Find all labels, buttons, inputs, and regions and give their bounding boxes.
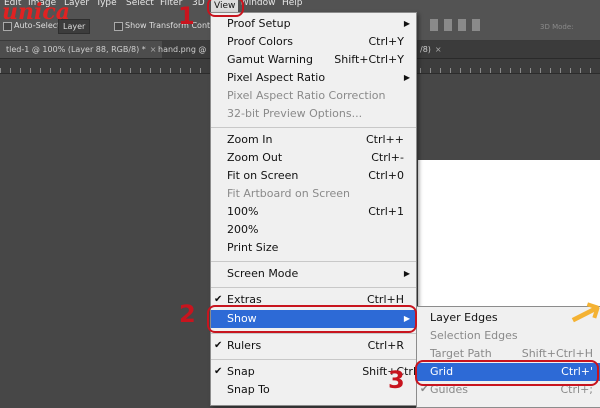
tab-other[interactable]: /8) × <box>414 41 448 58</box>
menu-separator <box>211 287 416 288</box>
align-left-icon[interactable] <box>430 19 438 31</box>
view-menu: Proof Setup ▶ Proof Colors Ctrl+Y Gamut Wa… <box>210 12 417 406</box>
menu-item-snap[interactable]: ✔ Snap Shift+Ctrl <box>211 363 416 381</box>
menu-item-100-percent[interactable]: 100% Ctrl+1 <box>211 203 416 221</box>
submenu-arrow-icon: ▶ <box>403 73 410 82</box>
menu-item-proof-setup[interactable]: Proof Setup ▶ <box>211 15 416 33</box>
menu-item-proof-colors[interactable]: Proof Colors Ctrl+Y <box>211 33 416 51</box>
menu-item-rulers[interactable]: ✔ Rulers Ctrl+R <box>211 337 416 355</box>
menu-separator <box>211 333 416 334</box>
tab-label: tled-1 @ 100% (Layer 88, RGB/8) * <box>6 45 146 54</box>
menu-window[interactable]: Window <box>240 0 276 10</box>
align-center-icon[interactable] <box>444 19 452 31</box>
menu-separator <box>211 359 416 360</box>
menu-select[interactable]: Select <box>126 0 154 10</box>
checkmark-icon: ✔ <box>214 340 223 351</box>
menu-help[interactable]: Help <box>282 0 303 10</box>
annotation-ring-view <box>207 0 244 17</box>
menu-item-200-percent[interactable]: 200% <box>211 221 416 239</box>
menu-item-print-size[interactable]: Print Size <box>211 239 416 257</box>
step-number-2: 2 <box>179 300 196 328</box>
menu-item-pixel-aspect-ratio-correction: Pixel Aspect Ratio Correction <box>227 89 386 102</box>
align-right-icon[interactable] <box>458 19 466 31</box>
brand-logo: unica <box>2 0 70 25</box>
menu-item-32bit-preview: 32-bit Preview Options... <box>227 107 363 120</box>
menu-item-fit-artboard: Fit Artboard on Screen <box>227 187 351 200</box>
menu-item-snap-to[interactable]: Snap To <box>211 381 416 399</box>
annotation-ring-grid <box>415 360 599 386</box>
menu-separator <box>211 261 416 262</box>
mode-3d-label: 3D Mode: <box>540 23 574 31</box>
menu-item-gamut-warning[interactable]: Gamut Warning Shift+Ctrl+Y <box>211 51 416 69</box>
menu-item-pixel-aspect-ratio[interactable]: Pixel Aspect Ratio ▶ <box>211 69 416 87</box>
tab-untitled[interactable]: tled-1 @ 100% (Layer 88, RGB/8) * × <box>0 41 163 58</box>
annotation-ring-show <box>207 305 417 333</box>
menu-item-zoom-in[interactable]: Zoom In Ctrl++ <box>211 131 416 149</box>
close-icon[interactable]: × <box>435 45 442 54</box>
distribute-icon[interactable] <box>472 19 480 31</box>
step-number-3: 3 <box>388 366 405 394</box>
tab-label: hand.png @ <box>158 45 207 54</box>
step-number-1: 1 <box>178 2 195 30</box>
menu-item-fit-on-screen[interactable]: Fit on Screen Ctrl+0 <box>211 167 416 185</box>
submenu-arrow-icon: ▶ <box>403 19 410 28</box>
tab-label: /8) <box>420 45 431 54</box>
menu-separator <box>211 127 416 128</box>
menu-type[interactable]: Type <box>96 0 117 10</box>
menu-item-zoom-out[interactable]: Zoom Out Ctrl+- <box>211 149 416 167</box>
submenu-arrow-icon: ▶ <box>403 269 410 278</box>
checkmark-icon: ✔ <box>214 366 223 377</box>
show-transform-checkbox[interactable] <box>114 22 123 31</box>
menu-item-screen-mode[interactable]: Screen Mode ▶ <box>211 265 416 283</box>
